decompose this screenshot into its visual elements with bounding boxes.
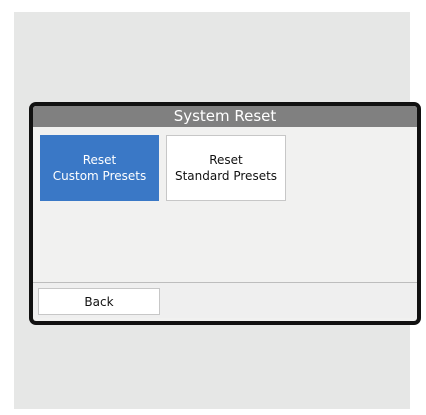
device-screen-bezel: System Reset Reset Custom Presets Reset … bbox=[29, 102, 421, 325]
reset-custom-presets-label: Reset Custom Presets bbox=[53, 152, 146, 184]
reset-custom-presets-button[interactable]: Reset Custom Presets bbox=[40, 135, 159, 201]
reset-standard-presets-label: Reset Standard Presets bbox=[175, 152, 277, 184]
reset-standard-presets-button[interactable]: Reset Standard Presets bbox=[166, 135, 286, 201]
reset-standard-presets-line2: Standard Presets bbox=[174, 169, 278, 183]
reset-custom-presets-line2: Custom Presets bbox=[52, 169, 147, 183]
back-button[interactable]: Back bbox=[38, 288, 160, 315]
screen-title: System Reset bbox=[33, 106, 417, 127]
system-reset-screen: System Reset Reset Custom Presets Reset … bbox=[33, 106, 417, 321]
reset-standard-presets-line1: Reset bbox=[209, 153, 243, 167]
reset-custom-presets-line1: Reset bbox=[82, 153, 117, 167]
